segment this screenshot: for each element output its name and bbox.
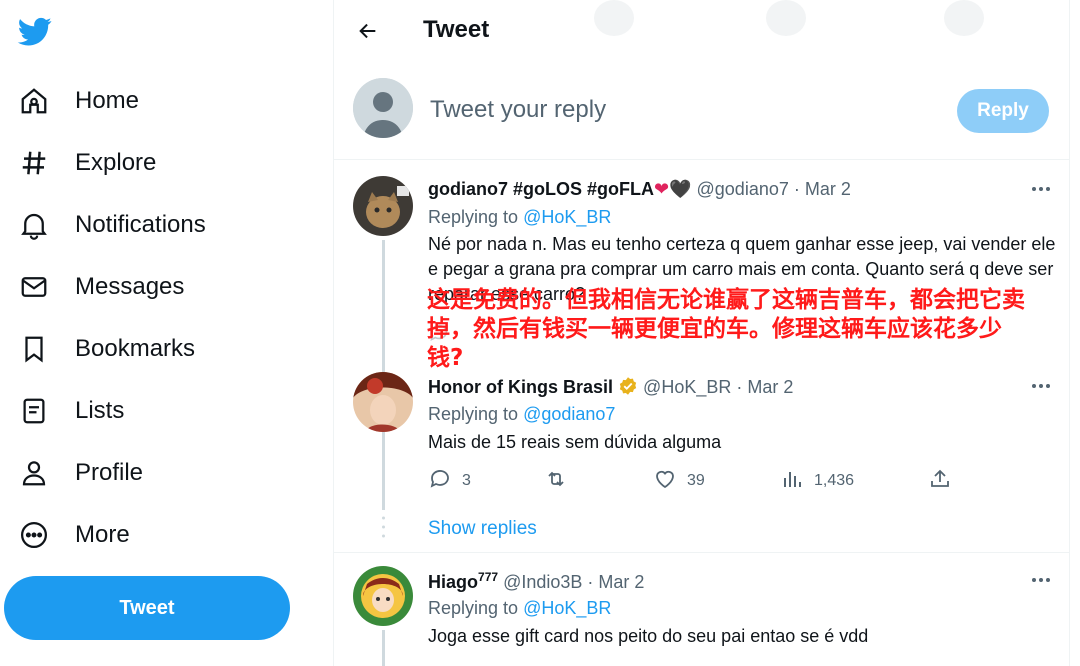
more-options-icon[interactable] [1028,179,1054,199]
views-count: 1,436 [814,472,855,489]
page-title: Tweet [423,16,490,43]
display-name[interactable]: Hiago [428,572,478,592]
nav-profile-label: Profile [75,459,144,486]
avatar[interactable] [353,176,413,236]
nav-bookmarks-label: Bookmarks [75,335,196,362]
separator-dot: · [793,179,800,199]
tweet-text: Mais de 15 reais sem dúvida alguma [428,432,722,452]
reply-input[interactable]: Tweet your reply [430,96,606,124]
tweet-text: Joga esse gift card nos peito do seu pai… [428,626,869,646]
heart-icon [653,467,677,496]
reply-action[interactable]: 3 [428,467,471,496]
reply-icon [428,467,452,496]
share-icon [928,467,952,496]
replying-to: Replying to @HoK_BR [428,598,611,619]
tweet-actions: 3 39 1,436 [428,466,968,496]
envelope-icon [16,269,52,305]
show-replies-link[interactable]: Show replies [428,518,537,540]
views-chart-icon [780,467,804,496]
bookmark-icon [16,331,52,367]
faded-background-icon [766,0,806,36]
timestamp[interactable]: Mar 2 [805,179,851,199]
thread-line [382,630,385,666]
thread-line [382,436,385,510]
retweet-icon [544,467,568,496]
home-icon [16,83,52,119]
replying-to-label: Replying to [428,404,519,424]
thread-dots [382,516,385,545]
handle[interactable]: @godiano7 [697,179,789,199]
tweet-header: Honor of Kings Brasil @HoK_BR · Mar 2 [428,376,793,401]
mention-link[interactable]: @godiano7 [523,404,615,424]
nav-messages[interactable]: Messages [16,265,184,309]
handle[interactable]: @HoK_BR [643,377,731,397]
mention-link[interactable]: @HoK_BR [523,598,611,618]
mention-link[interactable]: @HoK_BR [523,207,611,227]
nav-bookmarks[interactable]: Bookmarks [16,327,195,371]
hashtag-icon [16,145,52,181]
person-icon [16,455,52,491]
bell-icon [16,207,52,243]
faded-background-icon [594,0,634,36]
tweet-header: Hiago777 @Indio3B · Mar 2 [428,570,644,593]
nav-home-label: Home [75,87,140,114]
back-arrow-icon[interactable] [352,15,384,47]
header: Tweet [334,0,1069,62]
replying-to-label: Replying to [428,207,519,227]
avatar[interactable] [353,372,413,432]
reply-button[interactable]: Reply [957,89,1049,133]
views-action[interactable]: 1,436 [780,467,854,496]
nav-notifications-label: Notifications [75,211,206,238]
separator-dot: · [736,377,743,397]
display-name[interactable]: Honor of Kings Brasil [428,377,613,397]
avatar[interactable] [353,566,413,626]
handle[interactable]: @Indio3B [503,572,582,592]
avatar[interactable] [353,78,413,138]
more-circle-icon [16,517,52,553]
more-options-icon[interactable] [1028,570,1054,590]
like-action[interactable]: 39 [653,467,705,496]
faded-background-icon [944,0,984,36]
nav-profile[interactable]: Profile [16,451,143,495]
translation-overlay-text: 这是免费的。但我相信无论谁赢了这辆吉普车，都会把它卖掉，然后有钱买一辆更便宜的车… [427,287,1025,371]
nav-notifications[interactable]: Notifications [16,203,206,247]
list-icon [16,393,52,429]
nav-messages-label: Messages [75,273,185,300]
nav-lists[interactable]: Lists [16,389,124,433]
tweet-header: godiano7 #goLOS #goFLA❤🖤 @godiano7 · Mar… [428,179,851,200]
reply-composer: Tweet your reply Reply [334,62,1069,160]
nav-explore[interactable]: Explore [16,141,156,185]
emoji: ❤🖤 [654,179,692,199]
nav-lists-label: Lists [75,397,125,424]
verified-badge-icon [618,376,638,401]
nav-more-label: More [75,521,130,548]
like-count: 39 [687,472,705,489]
tweet-button[interactable]: Tweet [4,576,290,640]
divider [334,552,1069,553]
twitter-logo-icon[interactable] [16,14,56,54]
timestamp[interactable]: Mar 2 [747,377,793,397]
nav-home[interactable]: Home [16,79,139,123]
replying-to-label: Replying to [428,598,519,618]
sidebar: Home Explore Notifications Messages Book… [0,0,333,666]
separator-dot: · [587,572,594,592]
share-action[interactable] [928,467,952,496]
retweet-action[interactable] [544,467,568,496]
replying-to: Replying to @godiano7 [428,404,615,425]
display-name-superscript: 777 [478,570,499,584]
nav-more[interactable]: More [16,513,130,557]
timestamp[interactable]: Mar 2 [598,572,644,592]
display-name[interactable]: godiano7 #goLOS #goFLA [428,179,654,199]
more-options-icon[interactable] [1028,376,1054,396]
thread-line [382,240,385,466]
replying-to: Replying to @HoK_BR [428,207,611,228]
reply-count: 3 [462,472,471,489]
nav-explore-label: Explore [75,149,157,176]
